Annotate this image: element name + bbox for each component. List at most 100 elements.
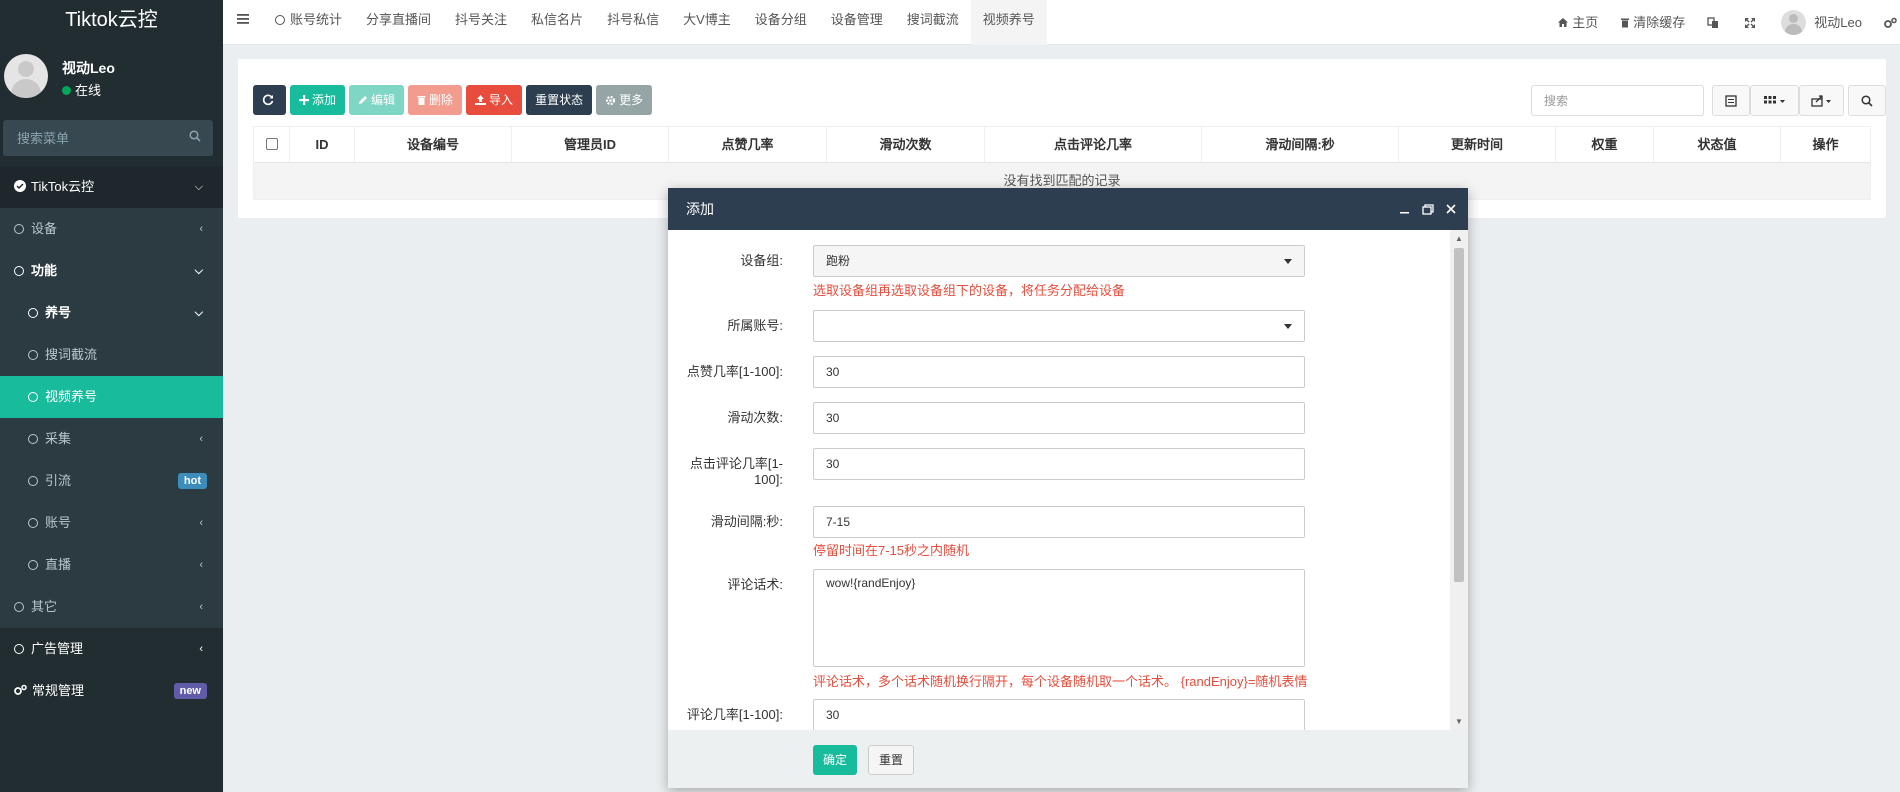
minimize-icon[interactable] <box>1399 204 1410 215</box>
chevron-left-icon: ‹ <box>199 559 203 571</box>
confirm-button[interactable]: 确定 <box>813 745 858 775</box>
fullscreen-button[interactable] <box>1733 0 1770 45</box>
sidebar: Tiktok云控 视动Leo 在线 TikTok云控 ⌵ 设备‹ 功能⌵ 养号⌵… <box>0 0 223 792</box>
refresh-button[interactable] <box>253 85 286 115</box>
col-device-no[interactable]: 设备编号 <box>355 127 512 162</box>
like-rate-input[interactable]: 30 <box>813 356 1305 388</box>
circle-icon <box>28 350 38 360</box>
field-help: 评论话术，多个话术随机换行隔开，每个设备随机取一个话术。 {randEnjoy}… <box>813 674 1308 689</box>
tab-bigv[interactable]: 大V博主 <box>671 0 743 45</box>
sidebar-item-live[interactable]: 直播 ‹ <box>0 544 223 586</box>
home-link[interactable]: 主页 <box>1546 0 1609 45</box>
add-button[interactable]: 添加 <box>290 85 346 115</box>
col-status[interactable]: 状态值 <box>1654 127 1781 162</box>
tab-dm-card[interactable]: 私信名片 <box>519 0 595 45</box>
import-button[interactable]: 导入 <box>466 85 523 115</box>
sidebar-item-nurture[interactable]: 养号 ⌵ <box>0 292 223 334</box>
tab-follow[interactable]: 抖号关注 <box>443 0 519 45</box>
user-menu[interactable]: 视动Leo <box>1770 0 1873 45</box>
pencil-icon <box>359 96 368 104</box>
sidebar-item-device[interactable]: 设备 ‹ <box>0 208 223 250</box>
sidebar-item-tiktok[interactable]: TikTok云控 ⌵ <box>0 166 223 208</box>
sidebar-item-function[interactable]: 功能 ⌵ <box>0 250 223 292</box>
chevron-left-icon: ‹ <box>199 433 203 445</box>
sidebar-item-video-nurture[interactable]: 视频养号 <box>0 376 223 418</box>
tab-keyword-intercept[interactable]: 搜词截流 <box>895 0 971 45</box>
columns-button[interactable] <box>1750 85 1799 116</box>
advanced-search-button[interactable] <box>1848 85 1886 116</box>
select-all-checkbox[interactable] <box>265 138 278 150</box>
table-search-input[interactable] <box>1531 85 1704 116</box>
chevron-left-icon: ‹ <box>199 601 203 613</box>
col-comment-rate[interactable]: 点击评论几率 <box>985 127 1202 162</box>
field-label: 滑动次数: <box>727 410 783 425</box>
sidebar-item-account[interactable]: 账号 ‹ <box>0 502 223 544</box>
swipe-interval-input[interactable]: 7-15 <box>813 506 1305 538</box>
search-icon[interactable] <box>189 130 201 142</box>
maximize-icon[interactable] <box>1422 203 1434 215</box>
tab-device-manage[interactable]: 设备管理 <box>819 0 895 45</box>
dialog-title: 添加 <box>686 201 714 217</box>
sidebar-item-keyword-intercept[interactable]: 搜词截流 <box>0 334 223 376</box>
col-like-rate[interactable]: 点赞几率 <box>669 127 827 162</box>
swipe-count-input[interactable]: 30 <box>813 402 1305 434</box>
account-select[interactable] <box>813 310 1305 342</box>
export-button[interactable] <box>1799 85 1844 116</box>
app-logo[interactable]: Tiktok云控 <box>0 0 223 42</box>
col-swipe-count[interactable]: 滑动次数 <box>827 127 985 162</box>
new-badge: new <box>173 683 207 699</box>
click-comment-rate-input[interactable]: 30 <box>813 448 1305 480</box>
close-icon[interactable] <box>1446 204 1456 214</box>
hamburger-icon[interactable] <box>237 12 251 26</box>
comment-script-textarea[interactable]: wow!{randEnjoy} <box>813 569 1305 667</box>
field-label: 设备组: <box>740 253 783 268</box>
settings-button[interactable] <box>1873 0 1900 45</box>
tab-video-nurture[interactable]: 视频养号 <box>970 0 1047 45</box>
table-header: ID 设备编号 管理员ID 点赞几率 滑动次数 点击评论几率 滑动间隔:秒 更新… <box>254 127 1870 163</box>
sidebar-item-collect[interactable]: 采集 ‹ <box>0 418 223 460</box>
circle-icon <box>14 602 24 612</box>
trash-icon <box>417 96 426 105</box>
circle-icon <box>28 308 38 318</box>
sidebar-item-traffic[interactable]: 引流 hot <box>0 460 223 502</box>
sidebar-item-general[interactable]: 常规管理 new <box>0 670 223 712</box>
scroll-thumb[interactable] <box>1454 248 1464 582</box>
field-label: 所属账号: <box>727 318 783 333</box>
list-icon <box>1725 94 1737 107</box>
scroll-up-icon[interactable]: ▲ <box>1455 234 1463 243</box>
col-swipe-interval[interactable]: 滑动间隔:秒 <box>1202 127 1399 162</box>
sidebar-search-input[interactable] <box>3 120 178 156</box>
col-actions: 操作 <box>1812 137 1839 152</box>
caret-down-icon <box>1284 324 1292 329</box>
user-name: 视动Leo <box>62 60 115 76</box>
circle-icon <box>28 476 38 486</box>
trash-icon <box>1621 18 1630 28</box>
toggle-view-button[interactable] <box>1712 85 1750 116</box>
dialog-scrollbar[interactable]: ▲ ▼ <box>1450 230 1468 730</box>
edit-button[interactable]: 编辑 <box>349 85 405 115</box>
reset-status-button[interactable]: 重置状态 <box>526 85 593 115</box>
delete-button[interactable]: 删除 <box>408 85 463 115</box>
tab-dm[interactable]: 抖号私信 <box>595 0 671 45</box>
tab-share-live[interactable]: 分享直播间 <box>354 0 443 45</box>
sidebar-item-other[interactable]: 其它 ‹ <box>0 586 223 628</box>
col-admin-id[interactable]: 管理员ID <box>512 127 669 162</box>
device-group-select[interactable]: 跑粉 <box>813 245 1305 277</box>
comment-rate-input[interactable]: 30 <box>813 699 1305 730</box>
online-dot-icon <box>62 86 71 95</box>
col-id[interactable]: ID <box>290 127 355 162</box>
user-avatar <box>1781 10 1807 35</box>
gear-icon <box>605 95 616 105</box>
tab-device-group[interactable]: 设备分组 <box>743 0 819 45</box>
translate-button[interactable] <box>1696 0 1733 45</box>
dialog-body: 设备组: 跑粉 选取设备组再选取设备组下的设备，将任务分配给设备 所属账号: 点… <box>668 230 1450 730</box>
circle-icon <box>14 266 24 276</box>
scroll-down-icon[interactable]: ▼ <box>1455 717 1463 726</box>
clear-cache-link[interactable]: 清除缓存 <box>1609 0 1696 45</box>
col-weight[interactable]: 权重 <box>1556 127 1654 162</box>
sidebar-item-ads[interactable]: 广告管理 ‹ <box>0 628 223 670</box>
col-update-time[interactable]: 更新时间 <box>1399 127 1556 162</box>
reset-button[interactable]: 重置 <box>868 745 915 775</box>
more-button[interactable]: 更多 <box>596 85 653 115</box>
tab-account-stats[interactable]: 账号统计 <box>263 0 354 45</box>
